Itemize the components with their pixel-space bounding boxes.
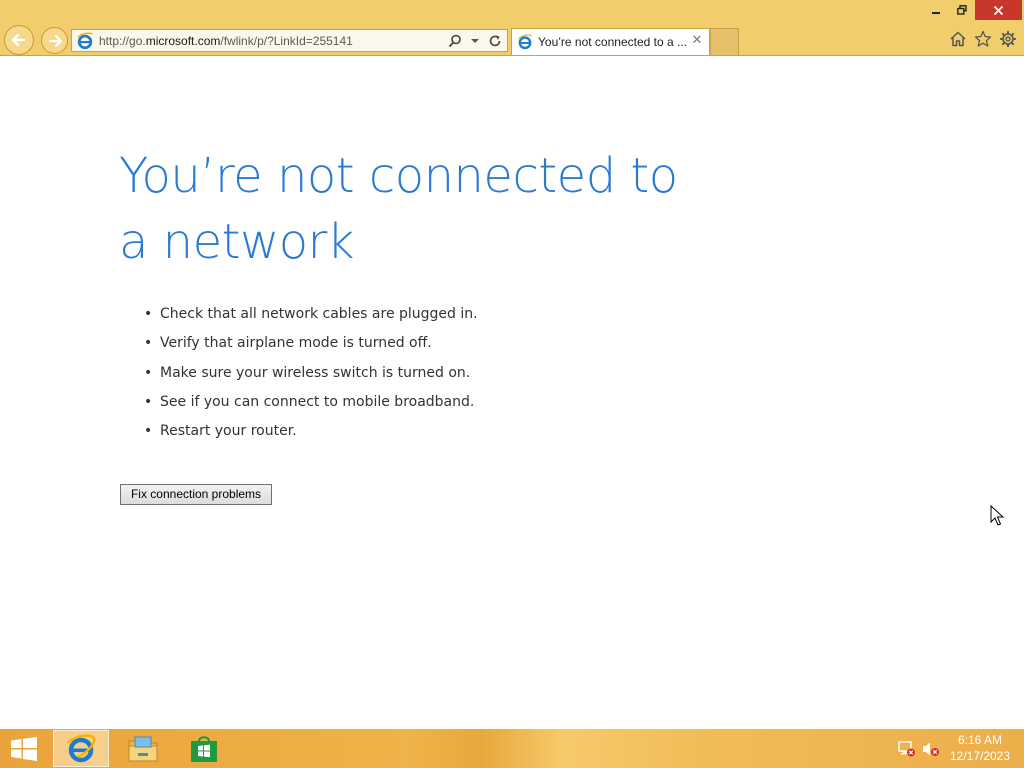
ie-icon: [518, 34, 533, 50]
file-explorer-icon: [128, 736, 158, 761]
browser-toolbar: http://go.microsoft.com/fwlink/p/?LinkId…: [0, 0, 1024, 56]
dropdown-icon: [471, 38, 479, 43]
refresh-icon: [489, 35, 501, 46]
bullet: •: [144, 306, 153, 322]
address-dropdown-button[interactable]: [467, 32, 483, 49]
list-item: • Check that all network cables are plugg…: [144, 300, 478, 329]
tab-active[interactable]: You’re not connected to a ... ✕: [511, 28, 710, 55]
tip-text: Check that all network cables are plugge…: [160, 306, 478, 322]
url-text[interactable]: http://go.microsoft.com/fwlink/p/?LinkId…: [99, 34, 353, 48]
new-tab-button[interactable]: [710, 28, 739, 55]
close-icon: [993, 5, 1004, 15]
clock-date: 12/17/2023: [949, 749, 1011, 763]
network-icon[interactable]: [898, 741, 916, 757]
ie-icon: [77, 31, 93, 49]
tab-title: You’re not connected to a ...: [538, 35, 687, 49]
list-item: • See if you can connect to mobile broadb…: [144, 388, 478, 417]
taskbar-file-explorer[interactable]: [115, 730, 171, 767]
list-item: • Make sure your wireless switch is turne…: [144, 359, 478, 388]
taskbar: 6:16 AM 12/17/2023: [0, 729, 1024, 768]
search-button[interactable]: [447, 32, 463, 49]
bullet: •: [144, 335, 153, 352]
taskbar-store[interactable]: [176, 730, 232, 767]
store-icon: [191, 735, 217, 762]
close-window-button[interactable]: [975, 0, 1022, 20]
tools-button[interactable]: [998, 29, 1018, 49]
ie-icon: [67, 733, 96, 762]
bullet: •: [144, 423, 153, 440]
forward-icon: [48, 34, 62, 47]
system-clock[interactable]: 6:16 AM 12/17/2023: [944, 733, 1016, 764]
restore-button[interactable]: [949, 0, 975, 20]
home-icon: [950, 31, 966, 47]
tip-text: Verify that airplane mode is turned off.: [160, 335, 432, 352]
refresh-button[interactable]: [487, 32, 503, 49]
back-button[interactable]: [4, 25, 34, 55]
page-content: You’re not connected to a network • Check…: [0, 57, 1024, 729]
windows-start-icon: [11, 737, 37, 761]
url-path: /fwlink/p/?LinkId=255141: [220, 33, 353, 48]
clock-time: 6:16 AM: [957, 733, 1003, 747]
tip-text: Restart your router.: [160, 423, 297, 440]
page-title: You’re not connected to a network: [119, 148, 678, 270]
favorites-button[interactable]: [973, 29, 993, 49]
cursor-icon: [990, 505, 1004, 526]
search-icon: [448, 34, 461, 47]
url-domain: microsoft.com: [145, 33, 221, 48]
fix-connection-button[interactable]: Fix connection problems: [120, 484, 272, 505]
back-icon: [11, 33, 26, 47]
home-button[interactable]: [948, 29, 968, 49]
favorites-icon: [974, 30, 992, 47]
restore-icon: [957, 5, 967, 15]
address-tools: [447, 32, 503, 49]
bullet: •: [144, 364, 153, 381]
list-item: • Verify that airplane mode is turned off…: [144, 329, 478, 358]
close-tab-button[interactable]: ✕: [689, 33, 705, 49]
minimize-icon: [932, 12, 940, 14]
address-bar[interactable]: http://go.microsoft.com/fwlink/p/?LinkId…: [71, 29, 508, 52]
start-button[interactable]: [10, 737, 40, 761]
list-item: • Restart your router.: [144, 417, 478, 446]
url-prefix: http://go.: [99, 33, 146, 48]
tip-text: See if you can connect to mobile broadba…: [160, 393, 475, 410]
taskbar-internet-explorer[interactable]: [53, 730, 109, 767]
forward-button[interactable]: [41, 27, 68, 54]
bullet: •: [144, 393, 153, 410]
close-icon: ✕: [691, 33, 703, 48]
tip-text: Make sure your wireless switch is turned…: [160, 364, 471, 381]
minimize-button[interactable]: [923, 0, 949, 20]
gear-icon: [1000, 31, 1016, 47]
volume-muted-icon[interactable]: [922, 741, 940, 757]
troubleshooting-list: • Check that all network cables are plugg…: [144, 300, 478, 446]
